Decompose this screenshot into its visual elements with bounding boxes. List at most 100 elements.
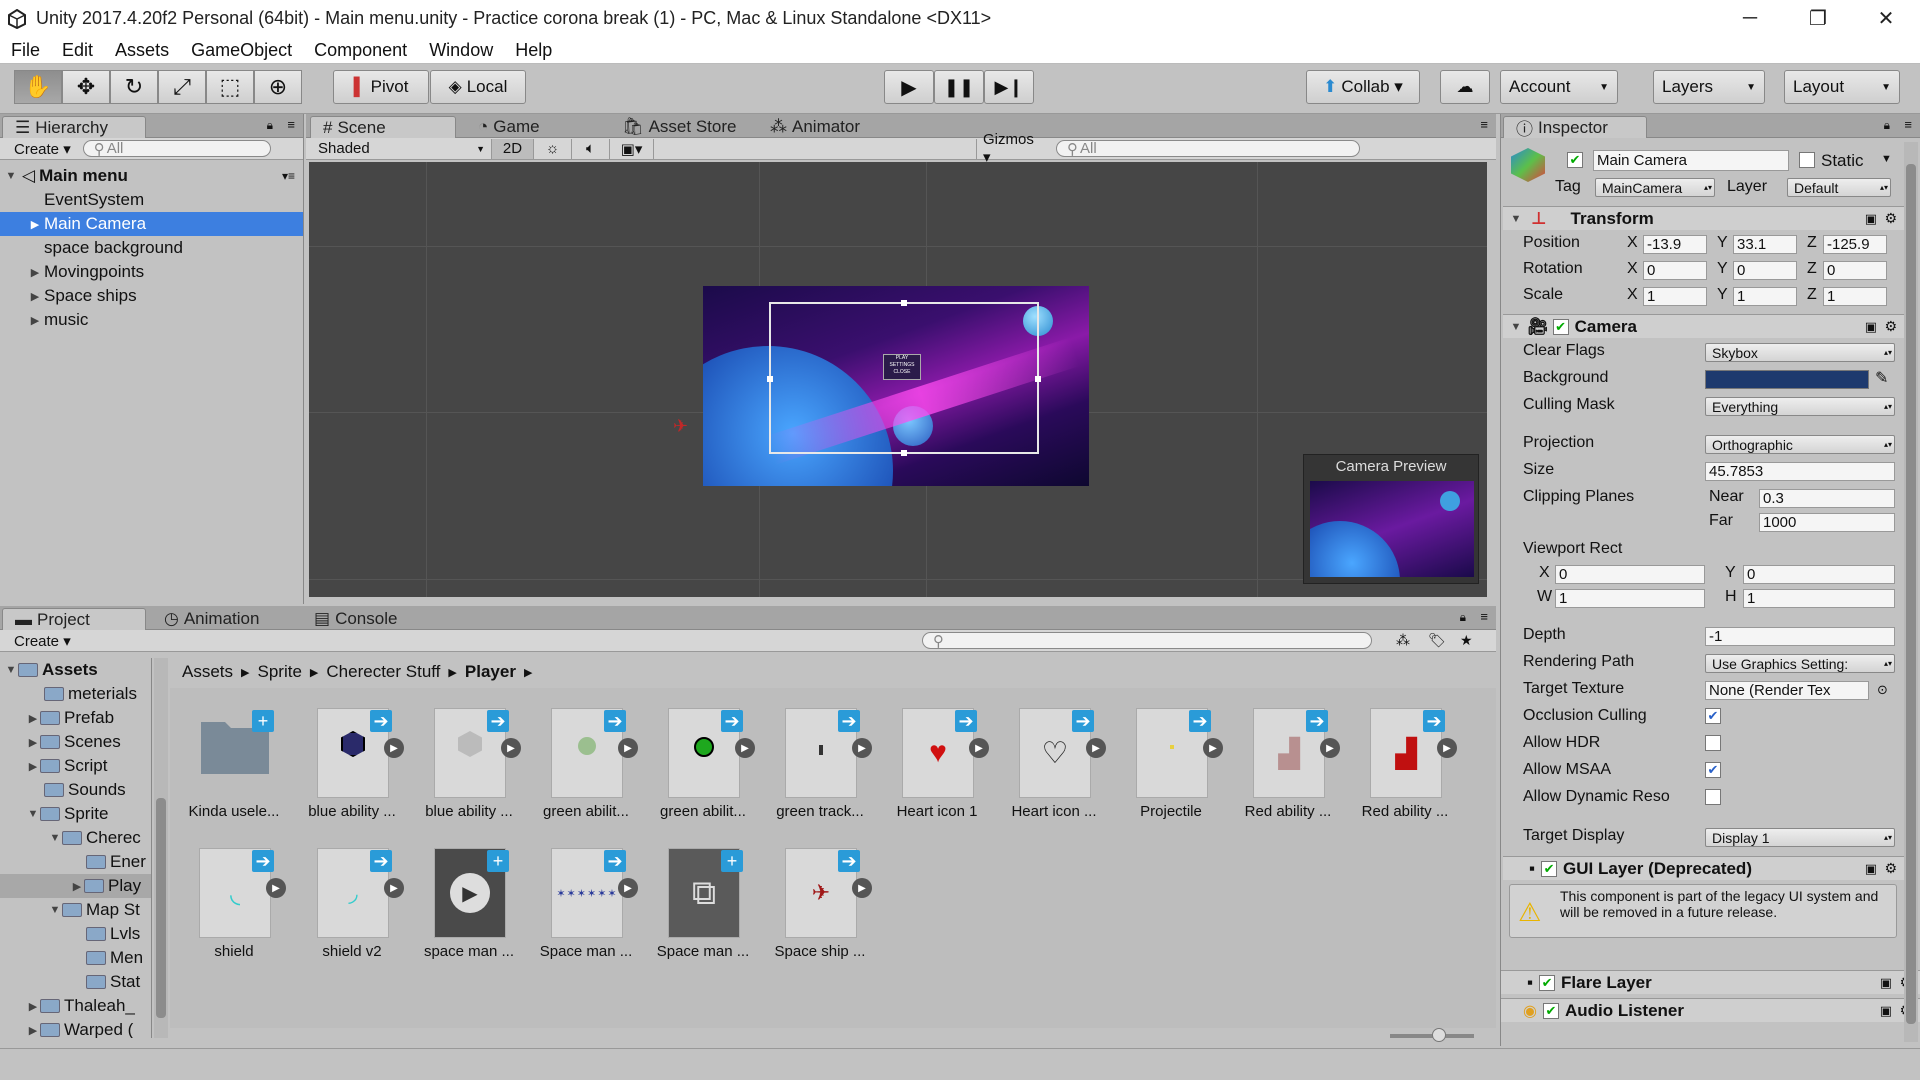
tab-project[interactable]: ▬ Project	[2, 608, 146, 630]
depth-input[interactable]: -1	[1705, 627, 1895, 646]
hierarchy-item-space-ships[interactable]: ▶ Space ships	[0, 284, 303, 308]
hierarchy-item-main-camera[interactable]: ▶ Main Camera	[0, 212, 303, 236]
asset-item[interactable]: ▟ ➔ ▶ Red ability ...	[1236, 708, 1340, 820]
scene-search-input[interactable]: ⚲ All	[1056, 140, 1360, 158]
scene-menu-icon[interactable]: ▾≡	[282, 169, 295, 183]
asset-item[interactable]: ◟ ➔ ▶ shield	[182, 848, 286, 960]
layout-dropdown[interactable]: Layout ▼	[1784, 70, 1900, 104]
rotation-x-input[interactable]: 0	[1643, 261, 1707, 280]
allow-dynamic-resolution-checkbox[interactable]	[1705, 789, 1721, 805]
gear-icon[interactable]: ⚙	[1884, 860, 1897, 877]
menu-assets[interactable]: Assets	[104, 40, 180, 61]
breadcrumb-sprite[interactable]: Sprite	[258, 662, 302, 682]
near-input[interactable]: 0.3	[1759, 489, 1895, 508]
viewport-y-input[interactable]: 0	[1743, 565, 1895, 584]
filter-type-icon[interactable]: ⁂	[1396, 632, 1410, 649]
gizmos-dropdown[interactable]: Gizmos ▾	[976, 131, 1050, 166]
scale-z-input[interactable]: 1	[1823, 287, 1887, 306]
tree-item-player[interactable]: ▶ Play	[0, 874, 151, 898]
expand-arrow-icon[interactable]: ▶	[28, 266, 42, 279]
rect-tool-icon[interactable]: ⬚	[206, 70, 254, 104]
tree-item-prefab[interactable]: ▶ Prefab	[0, 706, 151, 730]
hierarchy-create-button[interactable]: Create ▾	[8, 139, 77, 159]
tree-item-sprite[interactable]: ▼ Sprite	[0, 802, 151, 826]
camera-header[interactable]: ▼ 🎥︎ ✔ Camera ▣ ⚙	[1503, 314, 1905, 338]
tab-hierarchy[interactable]: ☰ Hierarchy	[2, 116, 146, 138]
allow-msaa-checkbox[interactable]: ✔	[1705, 762, 1721, 778]
projection-dropdown[interactable]: Orthographic	[1705, 435, 1895, 454]
camera-bounds-gizmo[interactable]	[767, 300, 1041, 456]
shading-mode-dropdown[interactable]: Shaded ▼	[312, 138, 492, 159]
expand-arrow-icon[interactable]: ▶	[28, 314, 42, 327]
play-button[interactable]: ▶	[884, 70, 934, 104]
tree-item-stat[interactable]: Stat	[0, 970, 151, 994]
tree-item-thaleah[interactable]: ▶ Thaleah_	[0, 994, 151, 1018]
layer-dropdown[interactable]: Default	[1787, 178, 1891, 197]
rotate-tool-icon[interactable]: ↻	[110, 70, 158, 104]
tab-asset-store[interactable]: 🛍︎ Asset Store	[610, 116, 748, 138]
panel-menu-icon[interactable]: ≡	[1480, 609, 1488, 624]
inspector-scrollbar[interactable]	[1904, 142, 1918, 1042]
help-book-icon[interactable]: ▣	[1865, 211, 1877, 227]
static-dropdown-icon[interactable]: ▼	[1881, 153, 1892, 165]
layers-dropdown[interactable]: Layers ▼	[1653, 70, 1765, 104]
help-book-icon[interactable]: ▣	[1865, 861, 1877, 877]
lock-icon[interactable]: 🔒︎	[267, 118, 273, 133]
2d-toggle-button[interactable]: 2D	[492, 138, 534, 159]
tab-animation[interactable]: ◷ Animation	[152, 608, 271, 630]
tree-item-meterials[interactable]: meterials	[0, 682, 151, 706]
cloud-button[interactable]: ☁	[1440, 70, 1490, 104]
help-book-icon[interactable]: ▣	[1865, 319, 1877, 335]
minimize-button[interactable]: ─	[1716, 0, 1784, 37]
scene-viewport[interactable]: PLAY SETTINGS CLOSE ✈ Camera Preview	[309, 162, 1487, 597]
tree-item-assets[interactable]: ▼ Assets	[0, 658, 151, 682]
asset-item[interactable]: ▶ + space man ...	[417, 848, 521, 960]
asset-item[interactable]: ➔ ▶ Projectile	[1119, 708, 1223, 820]
transform-header[interactable]: ▼ ⊥ Transform ▣ ⚙	[1503, 206, 1905, 230]
asset-item[interactable]: ➔ ▶ blue ability ...	[300, 708, 404, 820]
tree-item-sounds[interactable]: Sounds	[0, 778, 151, 802]
asset-item[interactable]: ◞ ➔ ▶ shield v2	[300, 848, 404, 960]
size-input[interactable]: 45.7853	[1705, 462, 1895, 481]
menu-window[interactable]: Window	[418, 40, 504, 61]
expand-arrow-icon[interactable]: ▼	[4, 170, 18, 182]
asset-item[interactable]: ➔ ▶ blue ability ...	[417, 708, 521, 820]
allow-hdr-checkbox[interactable]	[1705, 735, 1721, 751]
menu-component[interactable]: Component	[303, 40, 418, 61]
hierarchy-item-space-background[interactable]: space background	[0, 236, 303, 260]
close-button[interactable]: ✕	[1852, 0, 1920, 37]
expand-arrow-icon[interactable]: ▶	[28, 218, 42, 231]
asset-item[interactable]: ♡ ➔ ▶ Heart icon ...	[1002, 708, 1106, 820]
camera-enabled-checkbox[interactable]: ✔	[1552, 318, 1569, 335]
hand-tool-icon[interactable]: ✋	[14, 70, 62, 104]
tab-game[interactable]: ◔ Game	[466, 116, 552, 138]
tree-scrollbar[interactable]	[154, 658, 168, 1038]
background-color-swatch[interactable]	[1705, 370, 1869, 389]
asset-item[interactable]: ➔ ▶ green abilit...	[534, 708, 638, 820]
filter-label-icon[interactable]: 🏷︎	[1428, 632, 1446, 649]
object-picker-icon[interactable]: ⊙	[1877, 682, 1888, 698]
spaceship-sprite-icon[interactable]: ✈	[673, 416, 688, 437]
scale-x-input[interactable]: 1	[1643, 287, 1707, 306]
audio-toggle-icon[interactable]: 🔈︎	[572, 138, 610, 159]
breadcrumb-assets[interactable]: Assets	[182, 662, 233, 682]
static-checkbox[interactable]	[1799, 152, 1815, 168]
tree-item-scenes[interactable]: ▶ Scenes	[0, 730, 151, 754]
panel-menu-icon[interactable]: ≡	[287, 117, 295, 132]
rendering-path-dropdown[interactable]: Use Graphics Setting:	[1705, 654, 1895, 673]
gameobject-name-input[interactable]: Main Camera	[1593, 150, 1789, 171]
viewport-x-input[interactable]: 0	[1555, 565, 1705, 584]
gui-layer-header[interactable]: ▪ ✔ GUI Layer (Deprecated) ▣ ⚙	[1503, 856, 1905, 880]
viewport-w-input[interactable]: 1	[1555, 589, 1705, 608]
gear-icon[interactable]: ⚙	[1884, 318, 1897, 335]
local-button[interactable]: ◈ Local	[430, 70, 526, 104]
flare-layer-enabled-checkbox[interactable]: ✔	[1539, 974, 1556, 991]
scene-root[interactable]: ▼ ◁ Main menu ▾≡	[0, 164, 303, 188]
tab-scene[interactable]: # Scene	[310, 116, 456, 138]
asset-item[interactable]: ⧉ + Space man ...	[651, 848, 755, 960]
rotation-z-input[interactable]: 0	[1823, 261, 1887, 280]
scale-tool-icon[interactable]: ⤢	[158, 70, 206, 104]
project-create-button[interactable]: Create ▾	[8, 631, 77, 651]
effects-dropdown-icon[interactable]: ▣▾	[610, 138, 654, 159]
asset-item[interactable]: ▟ ➔ ▶ Red ability ...	[1353, 708, 1457, 820]
